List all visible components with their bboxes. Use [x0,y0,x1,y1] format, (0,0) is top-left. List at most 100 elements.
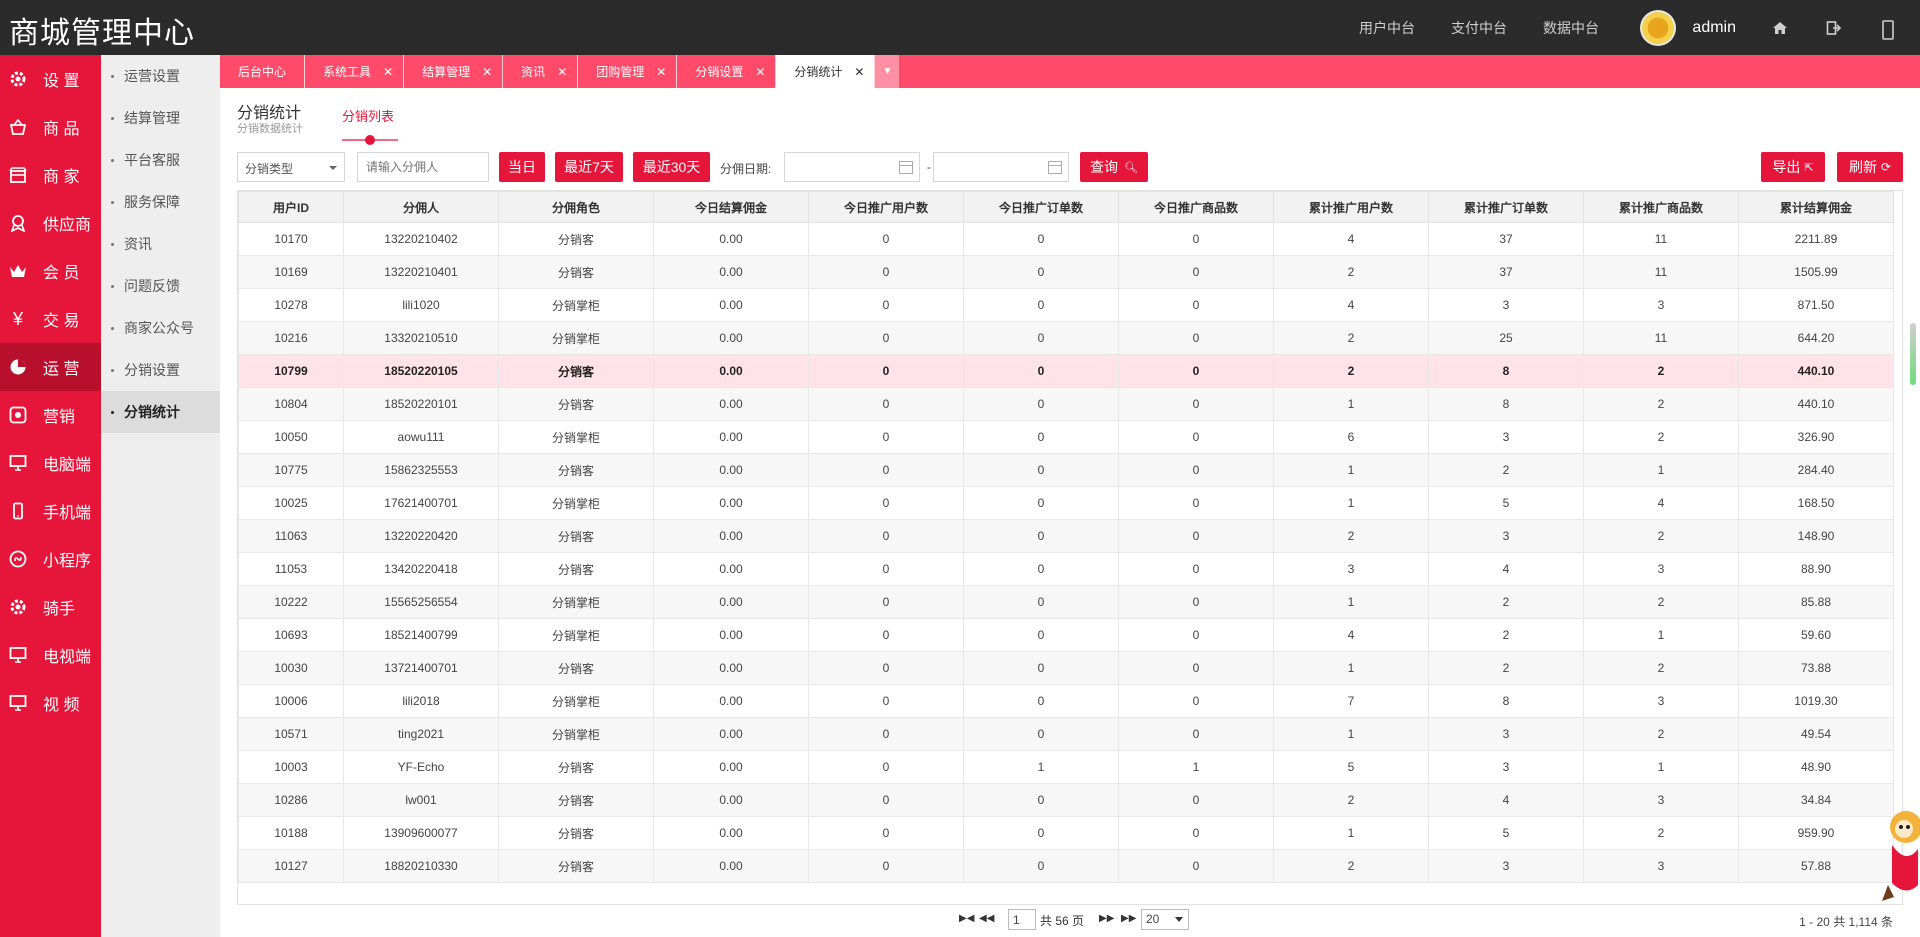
next-page-icon[interactable]: ▶▶ [1099,913,1114,924]
last-7-days-button[interactable]: 最近7天 [555,152,623,182]
submenu-merchant-official-account[interactable]: 商家公众号 [101,307,220,349]
table-row[interactable]: 10169 13220210401 分销客 0.00 0 0 0 2 37 11 1505.99 [238,255,1894,289]
table-row[interactable]: 10222 15565256554 分销掌柜 0.00 0 0 0 1 2 2 85.88 [238,585,1894,619]
menu-operation[interactable]: 运 营 [0,343,101,391]
tab-dashboard[interactable]: 后台中心 [220,55,306,88]
column-header[interactable]: 分佣人 [343,191,499,223]
table-row[interactable]: 10050 aowu111 分销掌柜 0.00 0 0 0 6 3 2 326.90 [238,420,1894,454]
pagination: ▶◀ ◀◀ 1 共 56 页 ▶▶ ▶▶ 20 1 - 20 共 1,114 条 [237,905,1903,937]
submenu-service-guarantee[interactable]: 服务保障 [101,181,220,223]
table-row[interactable]: 10804 18520220101 分销客 0.00 0 0 0 1 8 2 440.10 [238,387,1894,421]
refresh-button[interactable]: 刷新 ⟳ [1837,152,1903,182]
menu-member[interactable]: 会 员 [0,247,101,295]
top-nav-payment-center[interactable]: 支付中台 [1451,18,1507,38]
column-header[interactable]: 今日推广商品数 [1118,191,1274,223]
column-header[interactable]: 今日结算佣金 [653,191,809,223]
close-icon[interactable]: ✕ [557,65,567,79]
subtab-distribution-list[interactable]: 分销列表 [342,106,394,125]
submenu-customer-service[interactable]: 平台客服 [101,139,220,181]
table-row[interactable]: 10278 lili1020 分销掌柜 0.00 0 0 0 4 3 3 871.50 [238,288,1894,322]
table-row[interactable]: 11053 13420220418 分销客 0.00 0 0 0 3 4 3 88.90 [238,552,1894,586]
submenu-news[interactable]: 资讯 [101,223,220,265]
table-row[interactable]: 10030 13721400701 分销客 0.00 0 0 0 1 2 2 73.88 [238,651,1894,685]
close-icon[interactable]: ✕ [482,65,492,79]
tab-distribution-stats[interactable]: 分销统计 ✕ [776,55,876,88]
close-icon[interactable]: ✕ [755,65,765,79]
menu-merchant[interactable]: 商 家 [0,151,101,199]
tab-more-button[interactable]: ▼ [875,55,900,88]
table-row[interactable]: 10799 18520220105 分销客 0.00 0 0 0 2 8 2 440.10 [238,354,1894,388]
today-button[interactable]: 当日 [499,152,545,182]
menu-trade[interactable]: ¥ 交 易 [0,295,101,343]
column-header[interactable]: 累计结算佣金 [1738,191,1894,223]
table-cell: 7 [1273,684,1429,718]
export-button[interactable]: 导出 ⇱ [1761,152,1825,182]
menu-supplier[interactable]: 供应商 [0,199,101,247]
table-row[interactable]: 10286 lw001 分销客 0.00 0 0 0 2 4 3 34.84 [238,783,1894,817]
close-icon[interactable]: ✕ [383,65,393,79]
menu-tv[interactable]: 电视端 [0,631,101,679]
distribution-type-select[interactable]: 分销类型 [237,152,345,182]
avatar[interactable] [1640,9,1677,46]
menu-goods[interactable]: 商 品 [0,103,101,151]
page-number-input[interactable]: 1 [1008,909,1036,930]
start-date-input[interactable] [784,152,920,182]
column-header[interactable]: 今日推广订单数 [963,191,1119,223]
top-nav-user-center[interactable]: 用户中台 [1359,18,1415,38]
fullscreen-icon[interactable] [1880,19,1896,40]
tab-system-tools[interactable]: 系统工具 ✕ [305,55,405,88]
scrollbar[interactable] [1910,323,1916,385]
table-row[interactable]: 10170 13220210402 分销客 0.00 0 0 0 4 37 11 2211.89 [238,222,1894,256]
logout-icon[interactable] [1826,20,1842,36]
table-row[interactable]: 10025 17621400701 分销掌柜 0.00 0 0 0 1 5 4 168.50 [238,486,1894,520]
submenu-distribution-settings[interactable]: 分销设置 [101,349,220,391]
last-page-icon[interactable]: ▶▶ [1121,913,1136,924]
chevron-down-icon: ▼ [882,66,893,77]
table-row[interactable]: 10188 13909600077 分销客 0.00 0 0 0 1 5 2 959.90 [238,816,1894,850]
search-button[interactable]: 查询 🔍︎ [1080,152,1148,182]
menu-settings[interactable]: 设 置 [0,55,101,103]
end-date-input[interactable] [933,152,1069,182]
table-row[interactable]: 10003 YF-Echo 分销客 0.00 0 1 1 5 3 1 48.90 [238,750,1894,784]
column-header[interactable]: 今日推广用户数 [808,191,964,223]
submenu-feedback[interactable]: 问题反馈 [101,265,220,307]
user-name[interactable]: admin [1692,19,1736,37]
submenu-distribution-stats[interactable]: 分销统计 [101,391,220,433]
submenu-settlement[interactable]: 结算管理 [101,97,220,139]
menu-mobile[interactable]: 手机端 [0,487,101,535]
tab-settlement[interactable]: 结算管理 ✕ [404,55,504,88]
commission-user-input[interactable] [357,152,489,182]
table-row[interactable]: 10775 15862325553 分销客 0.00 0 0 0 1 2 1 284.40 [238,453,1894,487]
table-row[interactable]: 10006 lili2018 分销掌柜 0.00 0 0 0 7 8 3 1019.30 [238,684,1894,718]
menu-miniapp[interactable]: 小程序 [0,535,101,583]
table-cell: 10216 [238,321,344,355]
tab-distribution-settings[interactable]: 分销设置 ✕ [677,55,777,88]
menu-pc[interactable]: 电脑端 [0,439,101,487]
column-header[interactable]: 累计推广用户数 [1273,191,1429,223]
menu-marketing[interactable]: 营销 [0,391,101,439]
column-header[interactable]: 用户ID [238,191,344,223]
column-header[interactable]: 分佣角色 [498,191,654,223]
table-cell: YF-Echo [343,750,499,784]
page-size-select[interactable]: 20 [1141,909,1189,930]
column-header[interactable]: 累计推广订单数 [1428,191,1584,223]
menu-label: 小程序 [43,553,92,570]
close-icon[interactable]: ✕ [656,65,666,79]
table-row[interactable]: 10127 18820210330 分销客 0.00 0 0 0 2 3 3 57.88 [238,849,1894,883]
table-row[interactable]: 10571 ting2021 分销掌柜 0.00 0 0 0 1 3 2 49.54 [238,717,1894,751]
column-header[interactable]: 累计推广商品数 [1583,191,1739,223]
menu-video[interactable]: 视 频 [0,679,101,727]
submenu-operation-settings[interactable]: 运营设置 [101,55,220,97]
tab-group-buy[interactable]: 团购管理 ✕ [578,55,678,88]
table-row[interactable]: 10693 18521400799 分销掌柜 0.00 0 0 0 4 2 1 59.60 [238,618,1894,652]
table-row[interactable]: 10216 13320210510 分销掌柜 0.00 0 0 0 2 25 11 644.20 [238,321,1894,355]
menu-rider[interactable]: 骑手 [0,583,101,631]
home-icon[interactable] [1772,20,1788,36]
tab-news[interactable]: 资讯 ✕ [503,55,579,88]
close-icon[interactable]: ✕ [854,65,864,79]
top-nav-data-center[interactable]: 数据中台 [1543,18,1599,38]
last-30-days-button[interactable]: 最近30天 [633,152,710,182]
prev-page-icon[interactable]: ◀◀ [979,913,994,924]
table-row[interactable]: 11063 13220220420 分销客 0.00 0 0 0 2 3 2 148.90 [238,519,1894,553]
first-page-icon[interactable]: ▶◀ [959,913,974,924]
